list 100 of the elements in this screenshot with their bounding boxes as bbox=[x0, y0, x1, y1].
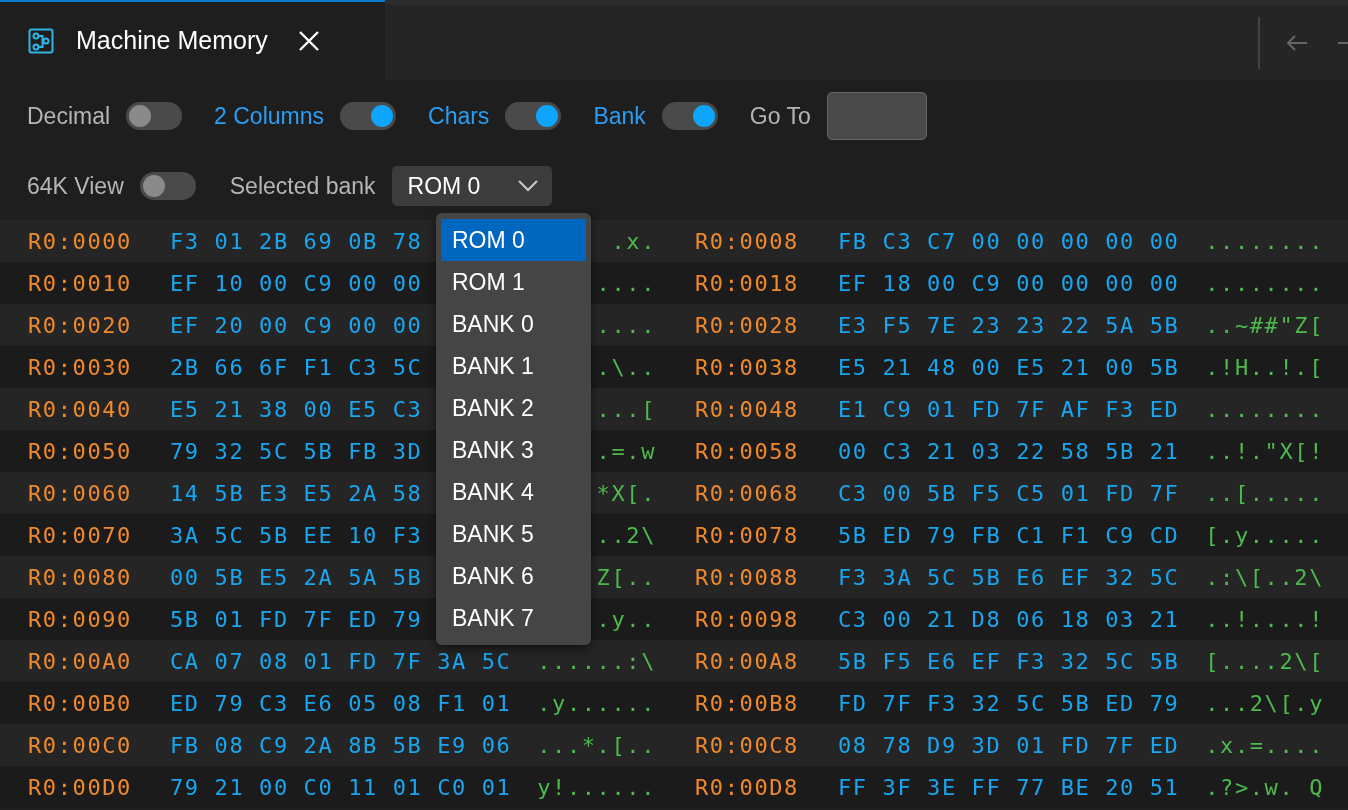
address-cell-text: R0:00C0 bbox=[28, 731, 133, 760]
ascii-chars: .x.=.... bbox=[1204, 731, 1324, 760]
go-to-field[interactable] bbox=[826, 92, 927, 140]
toggle-switch[interactable] bbox=[340, 102, 396, 130]
ascii-chars: .:\[..2\ bbox=[1204, 563, 1324, 592]
dropdown-option[interactable]: BANK 0 bbox=[441, 303, 586, 345]
hex-bytes: FB 08 C9 2A 8B 5B E9 06 bbox=[170, 732, 512, 758]
hex-bytes: 08 78 D9 3D 01 FD 7F ED bbox=[838, 732, 1180, 758]
dropdown-option[interactable]: ROM 0 bbox=[441, 219, 586, 261]
ascii-chars: .!H..!.[ bbox=[1204, 353, 1324, 382]
ascii-chars: ..[..... bbox=[1204, 479, 1324, 508]
dropdown-option[interactable]: BANK 5 bbox=[441, 513, 586, 555]
ascii-chars: Z[.. bbox=[595, 563, 656, 592]
back-arrow-icon[interactable] bbox=[1286, 33, 1308, 52]
address-cell-text: R0:0040 bbox=[28, 395, 133, 424]
ascii-chars: .\.. bbox=[595, 353, 656, 382]
ascii-chars: ..!."X[! bbox=[1204, 437, 1324, 466]
hex-bytes: E3 F5 7E 23 23 22 5A 5B bbox=[838, 312, 1180, 338]
hex-bytes: F3 3A 5C 5B E6 EF 32 5C bbox=[838, 564, 1180, 590]
ascii-chars: ...2\[.y bbox=[1204, 689, 1324, 718]
address-cell-text: R0:0090 bbox=[28, 605, 133, 634]
editor-tab[interactable]: Machine Memory bbox=[0, 0, 385, 80]
toggle-label: 2 Columns bbox=[214, 101, 324, 131]
dropdown-option[interactable]: BANK 4 bbox=[441, 471, 586, 513]
ascii-chars: ..!....! bbox=[1204, 605, 1324, 634]
ascii-chars: .... bbox=[595, 269, 656, 298]
dropdown-option[interactable]: BANK 2 bbox=[441, 387, 586, 429]
ascii-chars: ........ bbox=[1204, 227, 1324, 256]
hex-bytes: EF 20 00 C9 00 00 bbox=[170, 312, 423, 338]
ascii-chars: .?>.w. Q bbox=[1204, 773, 1324, 802]
dropdown-option[interactable]: BANK 7 bbox=[441, 597, 586, 639]
hex-bytes: F3 01 2B 69 0B 78 bbox=[170, 228, 423, 254]
hex-bytes: 00 C3 21 03 22 58 5B 21 bbox=[838, 438, 1180, 464]
toggle-switch[interactable] bbox=[126, 102, 183, 130]
ascii-chars: [....2\[ bbox=[1204, 647, 1324, 676]
ascii-chars: ..~##"Z[ bbox=[1204, 311, 1324, 340]
hex-bytes: 14 5B E3 E5 2A 58 bbox=[170, 480, 423, 506]
address-cell-text: R0:0018 bbox=[695, 269, 800, 298]
address-cell-text: R0:0038 bbox=[695, 353, 800, 382]
ascii-chars: *X[. bbox=[595, 479, 656, 508]
hex-bytes: 79 21 00 C0 11 01 C0 01 bbox=[170, 774, 512, 800]
hex-bytes: FF 3F 3E FF 77 BE 20 51 bbox=[838, 774, 1180, 800]
address-cell-text: R0:00B8 bbox=[695, 689, 800, 718]
circuit-icon bbox=[28, 28, 54, 54]
ascii-chars: [.y..... bbox=[1204, 521, 1324, 550]
hex-bytes: 5B 01 FD 7F ED 79 bbox=[170, 606, 423, 632]
hex-bytes: EF 10 00 C9 00 00 bbox=[170, 270, 423, 296]
ascii-chars: .x. bbox=[610, 227, 656, 256]
address-cell-text: R0:0078 bbox=[695, 521, 800, 550]
address-cell-text: R0:0098 bbox=[695, 605, 800, 634]
go-to-label: Go To bbox=[749, 101, 811, 131]
tab-title: Machine Memory bbox=[76, 25, 268, 57]
hex-bytes: CA 07 08 01 FD 7F 3A 5C bbox=[170, 648, 512, 674]
close-icon[interactable] bbox=[297, 30, 320, 52]
address-cell-text: R0:0048 bbox=[695, 395, 800, 424]
hex-bytes: 5B F5 E6 EF F3 32 5C 5B bbox=[838, 648, 1180, 674]
address-cell-text: R0:00A8 bbox=[695, 647, 800, 676]
address-cell-text: R0:0088 bbox=[695, 563, 800, 592]
hex-bytes: 00 5B E5 2A 5A 5B bbox=[170, 564, 423, 590]
toggle-switch[interactable] bbox=[139, 172, 196, 200]
ascii-chars: ......:\ bbox=[536, 647, 656, 676]
address-cell-text: R0:00A0 bbox=[28, 647, 133, 676]
ascii-chars: .y.. bbox=[595, 605, 656, 634]
address-cell-text: R0:0068 bbox=[695, 479, 800, 508]
dropdown-option[interactable]: BANK 1 bbox=[441, 345, 586, 387]
hex-bytes: C3 00 21 D8 06 18 03 21 bbox=[838, 606, 1180, 632]
ascii-chars: ........ bbox=[1204, 269, 1324, 298]
address-cell-text: R0:0020 bbox=[28, 311, 133, 340]
hex-bytes: FB C3 C7 00 00 00 00 00 bbox=[838, 228, 1180, 254]
ascii-chars: .=.w bbox=[595, 437, 656, 466]
toggle-switch[interactable] bbox=[505, 102, 562, 130]
toggle-switch[interactable] bbox=[661, 102, 718, 130]
hex-bytes: 2B 66 6F F1 C3 5C bbox=[170, 354, 423, 380]
chevron-down-icon bbox=[517, 180, 538, 192]
ascii-chars: ..2\ bbox=[595, 521, 656, 550]
ascii-chars: ...*.[.. bbox=[536, 731, 656, 760]
address-cell-text: R0:0008 bbox=[695, 227, 800, 256]
dropdown-option[interactable]: BANK 6 bbox=[441, 555, 586, 597]
toggle-label: 64K View bbox=[27, 171, 124, 201]
hex-bytes: E5 21 38 00 E5 C3 bbox=[170, 396, 423, 422]
address-cell-text: R0:00C8 bbox=[695, 731, 800, 760]
selected-bank-label: Selected bank bbox=[229, 171, 376, 201]
address-cell-text: R0:00B0 bbox=[28, 689, 133, 718]
address-cell-text: R0:00D8 bbox=[695, 773, 800, 802]
bank-dropdown[interactable]: ROM 0 bbox=[391, 166, 552, 206]
address-cell-text: R0:00D0 bbox=[28, 773, 133, 802]
address-cell-text: R0:0010 bbox=[28, 269, 133, 298]
address-cell-text: R0:0058 bbox=[695, 437, 800, 466]
address-cell-text: R0:0080 bbox=[28, 563, 133, 592]
dropdown-option[interactable]: ROM 1 bbox=[441, 261, 586, 303]
toggle-label: Decimal bbox=[27, 101, 111, 131]
address-cell-text: R0:0000 bbox=[28, 227, 133, 256]
toggle-label: Bank bbox=[593, 101, 646, 131]
ascii-chars: ...[ bbox=[595, 395, 656, 424]
dropdown-option[interactable]: BANK 3 bbox=[441, 429, 586, 471]
ascii-chars: .... bbox=[595, 311, 656, 340]
ascii-chars: .y...... bbox=[536, 689, 656, 718]
toggle-label: Chars bbox=[428, 101, 490, 131]
address-cell-text: R0:0070 bbox=[28, 521, 133, 550]
ascii-chars: y!...... bbox=[536, 773, 656, 802]
